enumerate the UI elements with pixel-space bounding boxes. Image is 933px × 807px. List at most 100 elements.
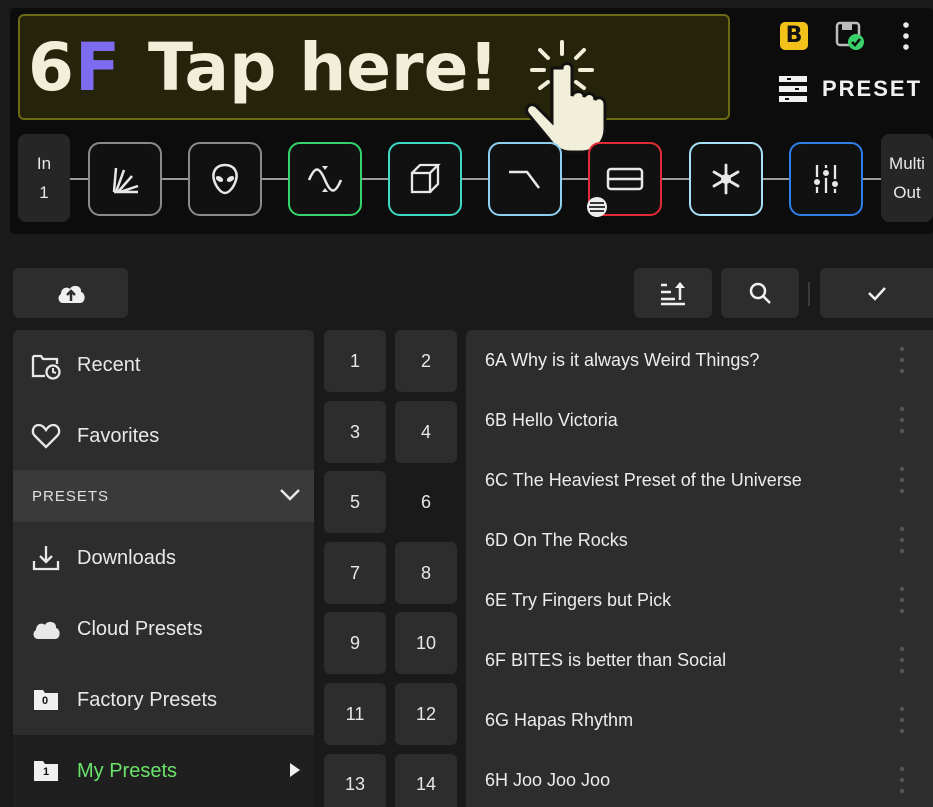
bank-number: 10 <box>415 632 437 653</box>
pedal-board-icon <box>112 167 139 194</box>
bank-number: 14 <box>415 774 437 794</box>
sidebar-item-label: My Presets <box>77 759 178 782</box>
item-more-icon[interactable] <box>892 705 912 735</box>
output-label-2: Out <box>893 183 921 202</box>
preset-title: 6F BITES is better than Social <box>485 650 727 670</box>
preset-grid-icon <box>779 76 807 102</box>
bank-b-badge[interactable]: B <box>780 22 808 50</box>
folder-badge: 0 <box>42 695 49 707</box>
more-menu-icon[interactable] <box>896 20 916 54</box>
top-right-actions: B <box>778 20 928 56</box>
section-header-label: PRESETS <box>32 487 110 505</box>
list-item[interactable]: 6D On The Rocks <box>466 510 933 570</box>
sidebar-item-factory-presets[interactable]: 0 Factory Presets <box>13 665 314 735</box>
preset-number: 6 <box>28 28 75 106</box>
sidebar-item-label: Factory Presets <box>77 688 218 711</box>
item-more-icon[interactable] <box>892 645 912 675</box>
drag-handle-icon[interactable] <box>586 196 608 218</box>
confirm-button[interactable] <box>820 268 933 318</box>
sidebar-item-recent[interactable]: Recent <box>13 330 314 400</box>
save-status-icon[interactable] <box>834 20 868 54</box>
connector <box>863 178 881 180</box>
list-item[interactable]: 6A Why is it always Weird Things? <box>466 330 933 390</box>
bank-number: 11 <box>345 703 365 724</box>
upload-button[interactable] <box>13 268 128 318</box>
sidebar-item-label: Downloads <box>77 546 176 569</box>
bank-slot[interactable]: 5 <box>324 471 386 533</box>
preset-title: 6G Hapas Rhythm <box>485 710 634 730</box>
list-item[interactable]: 6B Hello Victoria <box>466 390 933 450</box>
preset-name: Tap here! <box>148 28 499 106</box>
bank-number: 2 <box>420 350 431 371</box>
bank-slot[interactable]: 3 <box>324 401 386 463</box>
item-more-icon[interactable] <box>892 765 912 795</box>
cloud-upload-icon <box>58 285 85 303</box>
preset-name-display[interactable]: 6 F Tap here! <box>18 14 730 120</box>
search-button[interactable] <box>721 268 799 318</box>
input-block[interactable]: In 1 <box>18 134 70 222</box>
block-filter[interactable] <box>488 142 562 216</box>
bank-slot[interactable]: 8 <box>395 542 457 604</box>
item-more-icon[interactable] <box>892 345 912 375</box>
preset-bank-letter: F <box>74 28 121 106</box>
bank-slot[interactable]: 11 <box>324 683 386 745</box>
list-item[interactable]: 6E Try Fingers but Pick <box>466 570 933 630</box>
toolbar-divider <box>808 282 810 306</box>
block-freeze[interactable] <box>689 142 763 216</box>
snowflake-icon <box>712 163 740 195</box>
modulation-wave-icon <box>307 166 343 192</box>
bank-slot[interactable]: 12 <box>395 683 457 745</box>
connector <box>662 178 689 180</box>
item-more-icon[interactable] <box>892 585 912 615</box>
bank-slot-selected[interactable]: 6 <box>395 471 457 533</box>
sidebar-item-label: Recent <box>77 353 141 376</box>
list-item[interactable]: 6G Hapas Rhythm <box>466 690 933 750</box>
sidebar-item-downloads[interactable]: Downloads <box>13 523 314 593</box>
bank-slot[interactable]: 4 <box>395 401 457 463</box>
input-label: In <box>36 154 52 173</box>
sidebar-item-my-presets[interactable]: 1 My Presets <box>13 735 314 807</box>
search-icon <box>749 282 771 304</box>
sidebar-item-favorites[interactable]: Favorites <box>13 401 314 471</box>
preset-title: 6B Hello Victoria <box>485 410 618 430</box>
list-item[interactable]: 6F BITES is better than Social <box>466 630 933 690</box>
sidebar-item-cloud-presets[interactable]: Cloud Presets <box>13 594 314 664</box>
output-block[interactable]: Multi Out <box>881 134 933 222</box>
bank-number: 3 <box>349 421 360 442</box>
block-pedal-board[interactable] <box>88 142 162 216</box>
block-cab[interactable] <box>388 142 462 216</box>
connector <box>763 178 789 180</box>
item-more-icon[interactable] <box>892 465 912 495</box>
bank-slot[interactable]: 14 <box>395 754 457 807</box>
bank-slot[interactable]: 10 <box>395 612 457 674</box>
heart-icon <box>31 423 61 449</box>
list-item[interactable]: 6C The Heaviest Preset of the Universe <box>466 450 933 510</box>
block-modulation[interactable] <box>288 142 362 216</box>
connector <box>362 178 388 180</box>
connector <box>462 178 488 180</box>
preset-mode-toggle[interactable]: PRESET <box>778 72 922 106</box>
chevron-down-icon <box>280 489 300 501</box>
presets-section-header[interactable]: PRESETS <box>13 470 314 522</box>
bank-slot[interactable]: 1 <box>324 330 386 392</box>
preset-title: 6C The Heaviest Preset of the Universe <box>485 470 802 490</box>
connector <box>162 178 188 180</box>
bank-slot[interactable]: 7 <box>324 542 386 604</box>
bank-number: 13 <box>344 774 366 794</box>
sort-button[interactable] <box>634 268 712 318</box>
item-more-icon[interactable] <box>892 525 912 555</box>
check-icon <box>867 287 886 301</box>
connector <box>562 178 588 180</box>
block-alien[interactable] <box>188 142 262 216</box>
bank-slot[interactable]: 9 <box>324 612 386 674</box>
eq-rect-icon <box>606 167 644 191</box>
download-icon <box>32 546 60 571</box>
block-mixer[interactable] <box>789 142 863 216</box>
list-item[interactable]: 6H Joo Joo Joo <box>466 750 933 807</box>
bank-slot[interactable]: 13 <box>324 754 386 807</box>
connector <box>262 178 288 180</box>
item-more-icon[interactable] <box>892 405 912 435</box>
bank-slot[interactable]: 2 <box>395 330 457 392</box>
alien-icon <box>212 163 238 195</box>
bank-number: 6 <box>420 491 431 512</box>
